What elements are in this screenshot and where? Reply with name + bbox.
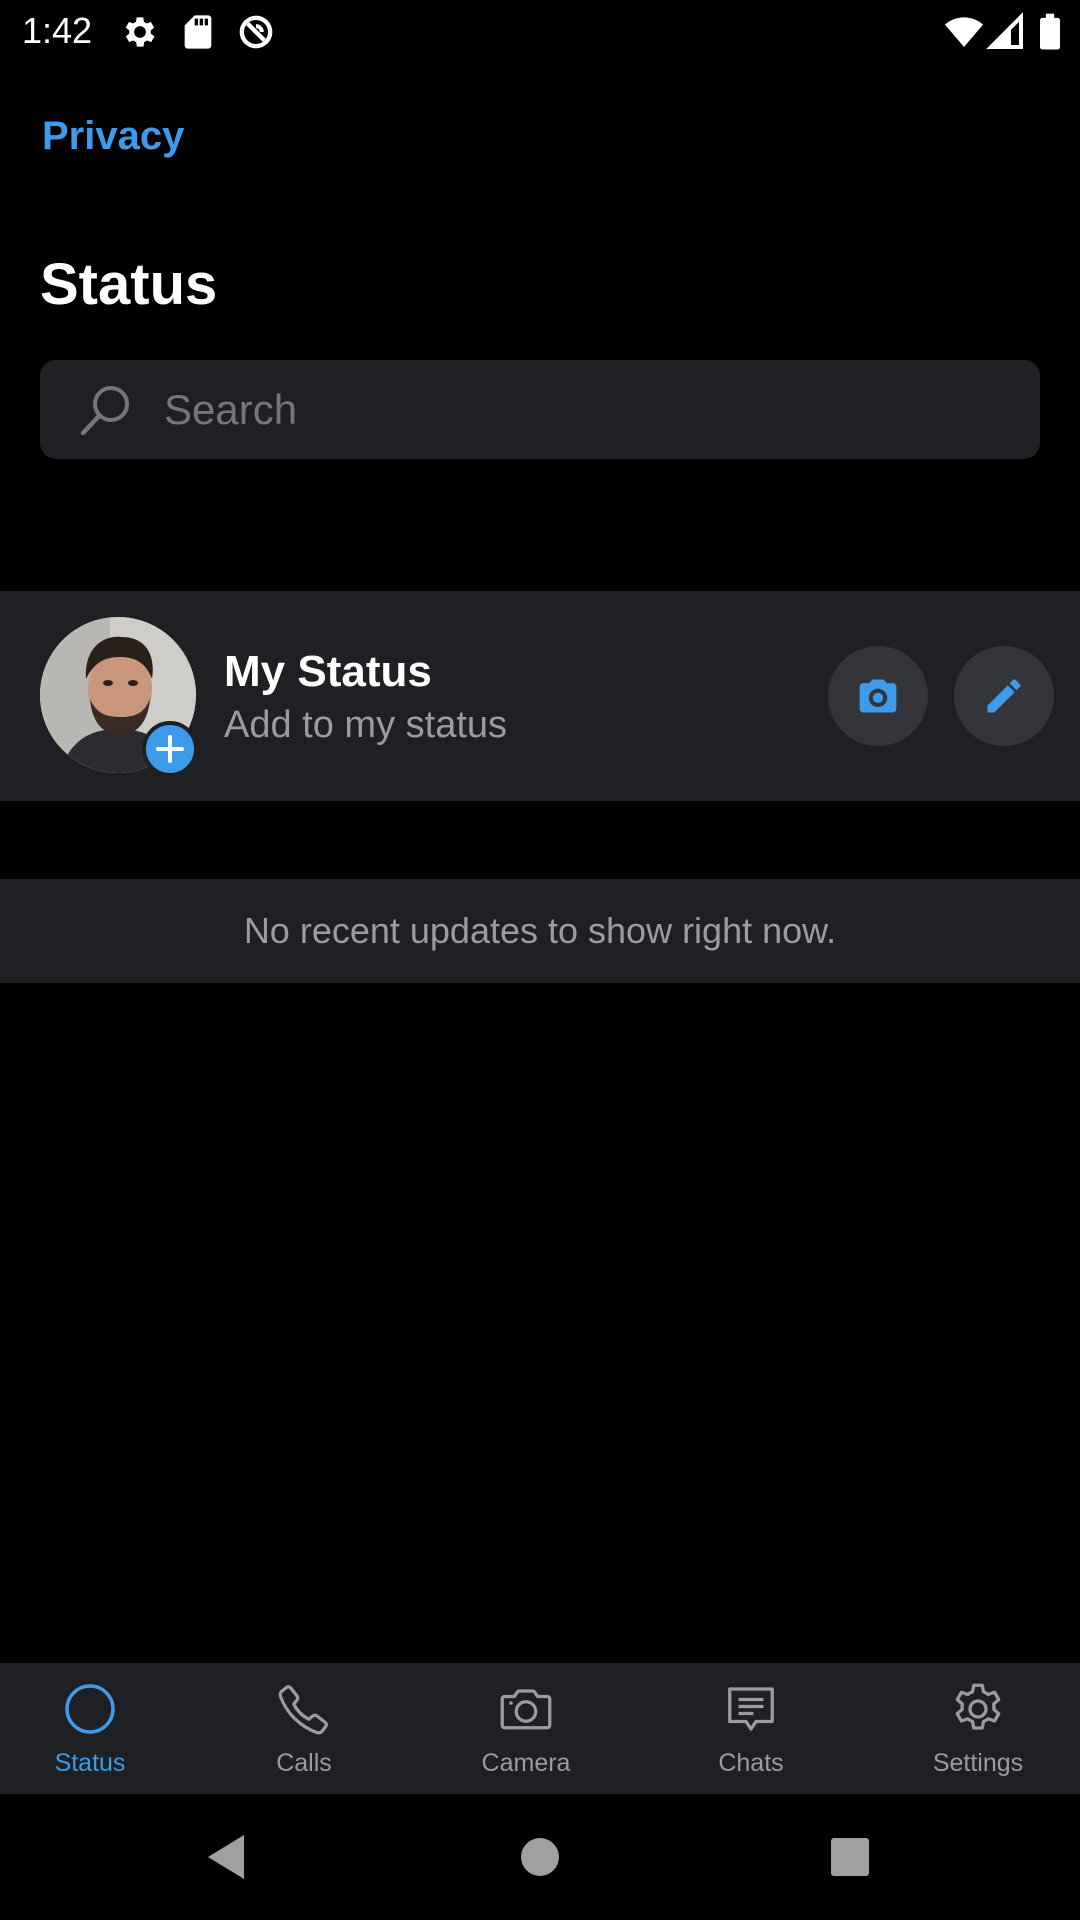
text-status-button[interactable] xyxy=(954,646,1054,746)
pencil-icon xyxy=(987,679,1021,713)
status-ring-icon xyxy=(60,1679,120,1739)
tab-chats[interactable]: Chats xyxy=(671,1663,831,1794)
page-title: Status xyxy=(40,252,218,317)
tab-label: Camera xyxy=(481,1749,571,1777)
search-bar[interactable] xyxy=(40,360,1040,459)
tab-label: Chats xyxy=(718,1749,784,1777)
system-nav-bar xyxy=(0,1794,1080,1920)
camera-icon xyxy=(496,1679,556,1739)
bottom-tab-bar: Status Calls Camera Chats Settings xyxy=(0,1663,1080,1794)
my-status-row[interactable]: My Status Add to my status xyxy=(0,591,1080,801)
battery-icon xyxy=(1030,12,1070,52)
add-status-badge[interactable] xyxy=(142,721,198,777)
my-status-name: My Status xyxy=(224,647,432,696)
no-updates-notice: No recent updates to show right now. xyxy=(0,879,1080,983)
no-updates-text: No recent updates to show right now. xyxy=(243,910,837,951)
chat-bubble-icon xyxy=(721,1679,781,1739)
tab-status[interactable]: Status xyxy=(10,1663,170,1794)
tab-camera[interactable]: Camera xyxy=(446,1663,606,1794)
sync-icon xyxy=(236,12,276,52)
tab-settings[interactable]: Settings xyxy=(898,1663,1058,1794)
back-icon[interactable] xyxy=(196,1827,256,1887)
wifi-icon xyxy=(944,12,984,52)
recents-icon[interactable] xyxy=(820,1827,880,1887)
privacy-link[interactable]: Privacy xyxy=(42,110,184,162)
sd-card-icon xyxy=(178,12,218,52)
tab-label: Settings xyxy=(932,1749,1024,1777)
status-bar: 1:42 xyxy=(0,0,1080,63)
camera-icon xyxy=(859,679,897,713)
search-icon xyxy=(76,380,136,440)
camera-status-button[interactable] xyxy=(828,646,928,746)
status-bar-time: 1:42 xyxy=(22,10,93,51)
tab-calls[interactable]: Calls xyxy=(224,1663,384,1794)
tab-label: Calls xyxy=(276,1749,332,1777)
gear-icon xyxy=(120,12,160,52)
home-icon[interactable] xyxy=(510,1827,570,1887)
my-status-subtitle: Add to my status xyxy=(224,704,508,746)
tab-label: Status xyxy=(54,1749,126,1777)
cell-signal-icon xyxy=(986,12,1026,52)
phone-icon xyxy=(274,1679,334,1739)
gear-icon xyxy=(948,1679,1008,1739)
search-input[interactable] xyxy=(164,360,1014,459)
